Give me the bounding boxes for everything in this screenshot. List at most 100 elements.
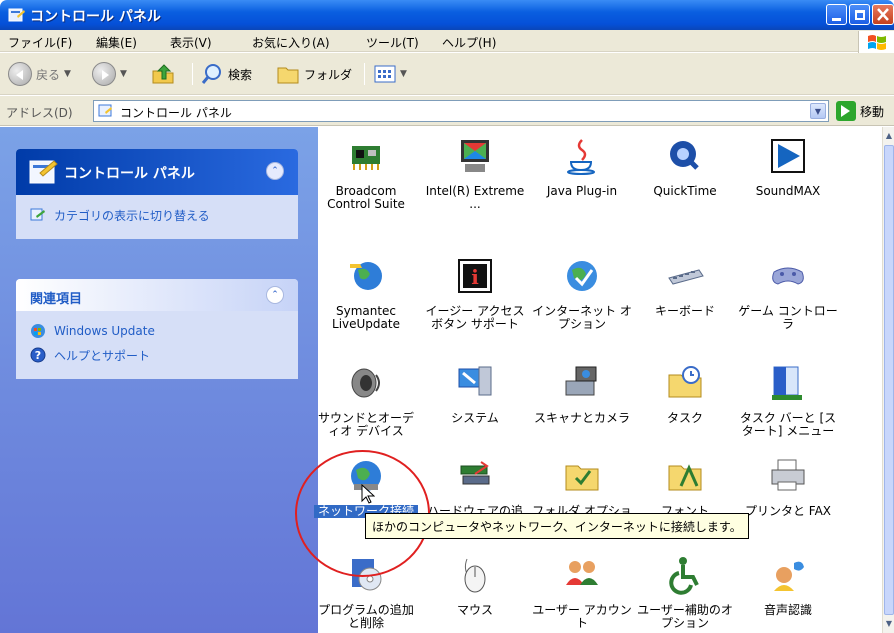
minimize-button[interactable] — [826, 4, 847, 25]
play-icon — [771, 139, 805, 173]
globe-update-icon — [350, 262, 382, 290]
related-panel-header[interactable]: 関連項目 ⌃ — [16, 279, 298, 311]
info-icon: i — [458, 259, 492, 293]
menu-favorites[interactable]: お気に入り(A) — [252, 34, 330, 51]
item-label: キーボード — [654, 304, 715, 318]
network-card-icon — [352, 146, 380, 170]
up-folder-button[interactable] — [150, 61, 176, 87]
folders-label: フォルダ — [304, 67, 353, 82]
quicktime-item[interactable]: QuickTime — [633, 136, 737, 198]
control-panel-panel-title: コントロール パネル — [64, 166, 195, 182]
internet-options-item[interactable]: インターネット オプション — [530, 256, 634, 331]
user-accounts-item[interactable]: ユーザー アカウント — [530, 555, 634, 630]
back-button[interactable]: 戻る ▼ — [8, 61, 71, 87]
item-label: 音声認識 — [763, 603, 812, 617]
java-cup-icon — [567, 139, 595, 175]
item-label: QuickTime — [653, 184, 717, 198]
address-input[interactable]: コントロール パネル ▼ — [93, 100, 829, 122]
intel-extreme-item[interactable]: Intel(R) Extreme ... — [423, 136, 527, 211]
item-label: スキャナとカメラ — [533, 411, 630, 425]
address-bar: アドレス(D) コントロール パネル ▼ 移動 — [0, 96, 894, 126]
item-label: プログラムの追加と削除 — [318, 603, 414, 630]
soundmax-item[interactable]: SoundMAX — [736, 136, 840, 198]
system-item[interactable]: システム — [423, 363, 527, 425]
control-panel-icon — [98, 104, 112, 117]
menu-file[interactable]: ファイル(F) — [8, 34, 72, 51]
quicktime-icon — [670, 141, 699, 170]
accessibility-options-item[interactable]: ユーザー補助のオプション — [633, 555, 737, 630]
menu-view[interactable]: 表示(V) — [170, 34, 212, 51]
accessibility-button-support-item[interactable]: i イージー アクセス ボタン サポート — [423, 256, 527, 331]
maximize-button[interactable] — [849, 4, 870, 25]
vertical-scrollbar[interactable]: ▲ ▼ — [882, 127, 894, 633]
address-dropdown-button[interactable]: ▼ — [810, 103, 826, 119]
forward-button[interactable]: ▼ — [92, 61, 127, 87]
control-panel-panel: コントロール パネル ⌃ カテゴリの表示に切り替える — [16, 149, 298, 239]
toolbar: 戻る ▼ ▼ 検索 フォルダ ▼ — [0, 53, 894, 95]
mouse-item[interactable]: マウス — [423, 555, 527, 617]
scroll-thumb[interactable] — [884, 145, 894, 615]
taskbar-start-menu-item[interactable]: タスク バーと [スタート] メニュー — [736, 363, 840, 438]
menu-help[interactable]: ヘルプ(H) — [442, 34, 496, 51]
scheduled-tasks-item[interactable]: タスク — [633, 363, 737, 425]
related-panel: 関連項目 ⌃ Windows Update ? ヘルプとサポート — [16, 279, 298, 379]
category-view-icon — [30, 208, 45, 221]
game-controllers-item[interactable]: ゲーム コントローラ — [736, 256, 840, 331]
title-bar: コントロール パネル — [0, 0, 894, 30]
symantec-liveupdate-item[interactable]: Symantec LiveUpdate — [314, 256, 418, 331]
windows-update-label: Windows Update — [54, 324, 155, 338]
broadcom-control-suite-item[interactable]: Broadcom Control Suite — [314, 136, 418, 211]
mouse-cursor-icon — [361, 484, 375, 504]
menu-tools[interactable]: ツール(T) — [366, 34, 419, 51]
search-button[interactable]: 検索 — [200, 61, 252, 87]
fonts-folder-icon — [668, 464, 702, 491]
item-label: Symantec LiveUpdate — [332, 304, 400, 331]
control-panel-panel-header[interactable]: コントロール パネル ⌃ — [16, 149, 298, 195]
collapse-icon[interactable]: ⌃ — [266, 162, 284, 180]
item-label: Java Plug-in — [546, 184, 618, 198]
fonts-item[interactable]: フォント — [633, 456, 737, 518]
up-folder-icon — [152, 64, 174, 84]
item-label: サウンドとオーディオ デバイス — [317, 411, 414, 438]
go-button[interactable]: 移動 — [836, 101, 884, 121]
forward-arrow-icon — [92, 62, 116, 86]
related-panel-title: 関連項目 — [30, 292, 83, 307]
speech-recognition-item[interactable]: 音声認識 — [736, 555, 840, 617]
collapse-icon[interactable]: ⌃ — [266, 286, 284, 304]
keyboard-item[interactable]: キーボード — [633, 256, 737, 318]
item-label: ゲーム コントローラ — [738, 304, 838, 331]
close-button[interactable] — [872, 4, 894, 25]
window-title: コントロール パネル — [30, 9, 161, 25]
java-plugin-item[interactable]: Java Plug-in — [530, 136, 634, 198]
help-support-link[interactable]: ? ヘルプとサポート — [30, 343, 284, 367]
item-label: イージー アクセス ボタン サポート — [425, 304, 525, 331]
printers-fax-item[interactable]: プリンタと FAX — [736, 456, 840, 518]
chevron-down-icon: ▼ — [64, 69, 71, 79]
sounds-audio-devices-item[interactable]: サウンドとオーディオ デバイス — [314, 363, 418, 438]
hardware-icon — [460, 461, 490, 485]
wheelchair-icon — [669, 557, 699, 595]
windows-update-link[interactable]: Windows Update — [30, 319, 284, 343]
folders-button[interactable]: フォルダ — [276, 61, 352, 87]
item-label: プリンタと FAX — [744, 504, 832, 518]
item-label: ユーザー補助のオプション — [637, 603, 733, 630]
folder-check-icon — [565, 465, 599, 491]
help-icon: ? — [30, 347, 46, 363]
search-icon — [201, 64, 221, 84]
svg-text:?: ? — [35, 349, 41, 362]
scroll-down-icon[interactable]: ▼ — [884, 617, 894, 631]
scanners-cameras-item[interactable]: スキャナとカメラ — [530, 363, 634, 425]
speaker-icon — [351, 368, 380, 398]
views-button[interactable]: ▼ — [374, 61, 407, 87]
item-label: インターネット オプション — [532, 304, 632, 331]
users-icon — [566, 561, 598, 585]
internet-globe-icon — [567, 261, 597, 291]
switch-category-view-link[interactable]: カテゴリの表示に切り替える — [30, 203, 284, 227]
item-label: ユーザー アカウント — [532, 603, 632, 630]
scroll-up-icon[interactable]: ▲ — [884, 129, 894, 143]
menu-edit[interactable]: 編集(E) — [96, 34, 137, 51]
folder-icon — [277, 67, 299, 84]
scanner-camera-icon — [565, 366, 597, 396]
back-arrow-icon — [8, 62, 32, 86]
close-icon — [877, 8, 889, 21]
